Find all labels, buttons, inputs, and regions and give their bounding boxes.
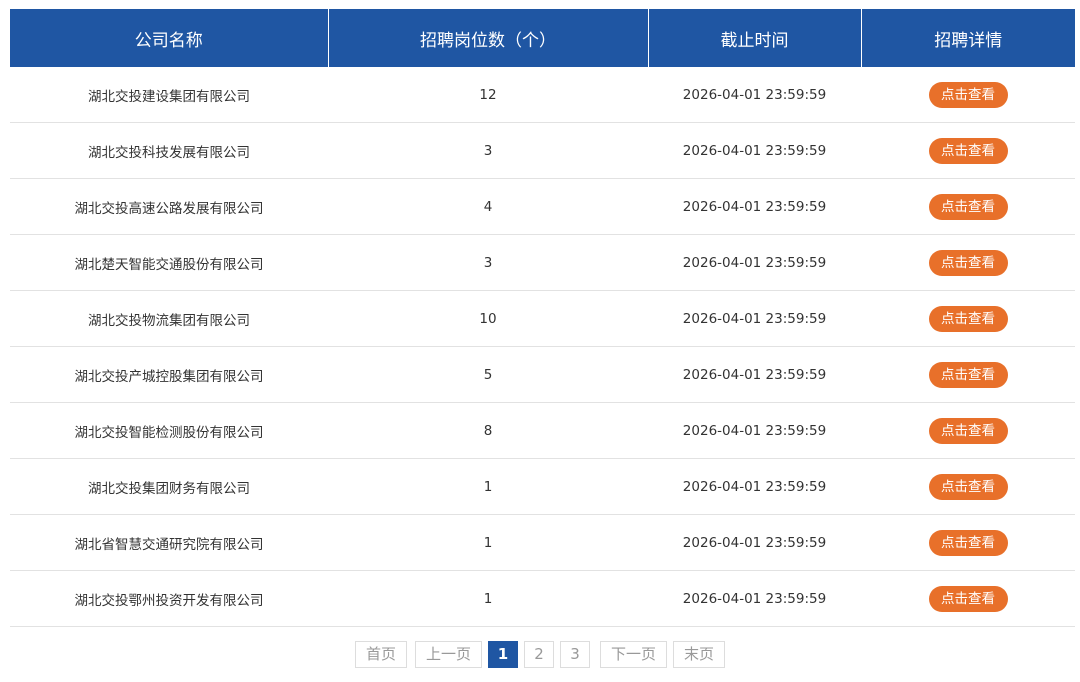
table-body: 湖北交投建设集团有限公司 12 2026-04-01 23:59:59 点击查看 湖北交…: [10, 67, 1075, 627]
positions-count-cell: 3: [328, 122, 648, 179]
recruitment-table: 公司名称 招聘岗位数（个） 截止时间 招聘详情 湖北交投建设集团有限公司 12 20…: [10, 9, 1075, 627]
company-name-cell: 湖北交投鄂州投资开发有限公司: [10, 570, 328, 627]
view-details-button[interactable]: 点击查看: [928, 473, 1008, 500]
view-details-button[interactable]: 点击查看: [928, 529, 1008, 556]
deadline-cell: 2026-04-01 23:59:59: [648, 402, 861, 459]
table-row: 湖北交投高速公路发展有限公司 4 2026-04-01 23:59:59 点击查看: [10, 178, 1075, 235]
prev-page-button[interactable]: 上一页: [414, 641, 482, 668]
positions-count-cell: 4: [328, 178, 648, 235]
details-cell: 点击查看: [861, 402, 1075, 459]
deadline-cell: 2026-04-01 23:59:59: [648, 570, 861, 627]
positions-count-cell: 3: [328, 234, 648, 291]
column-header-deadline: 截止时间: [647, 9, 861, 67]
details-cell: 点击查看: [861, 458, 1075, 515]
company-name-cell: 湖北交投高速公路发展有限公司: [10, 178, 328, 235]
deadline-cell: 2026-04-01 23:59:59: [648, 458, 861, 515]
view-details-button[interactable]: 点击查看: [928, 137, 1008, 164]
table-row: 湖北交投物流集团有限公司 10 2026-04-01 23:59:59 点击查看: [10, 290, 1075, 347]
positions-count-cell: 1: [328, 458, 648, 515]
view-details-button[interactable]: 点击查看: [928, 361, 1008, 388]
table-row: 湖北交投智能检测股份有限公司 8 2026-04-01 23:59:59 点击查看: [10, 402, 1075, 459]
details-cell: 点击查看: [861, 570, 1075, 627]
deadline-cell: 2026-04-01 23:59:59: [648, 290, 861, 347]
page-number-1[interactable]: 1: [488, 641, 518, 668]
company-name-cell: 湖北交投物流集团有限公司: [10, 290, 328, 347]
view-details-button[interactable]: 点击查看: [928, 249, 1008, 276]
table-row: 湖北交投鄂州投资开发有限公司 1 2026-04-01 23:59:59 点击查看: [10, 570, 1075, 627]
deadline-cell: 2026-04-01 23:59:59: [648, 234, 861, 291]
recruitment-table-container: 公司名称 招聘岗位数（个） 截止时间 招聘详情 湖北交投建设集团有限公司 12 20…: [10, 9, 1075, 627]
details-cell: 点击查看: [861, 290, 1075, 347]
company-name-cell: 湖北交投集团财务有限公司: [10, 458, 328, 515]
next-page-button[interactable]: 下一页: [600, 641, 668, 668]
details-cell: 点击查看: [861, 67, 1075, 123]
table-row: 湖北省智慧交通研究院有限公司 1 2026-04-01 23:59:59 点击查看: [10, 514, 1075, 571]
company-name-cell: 湖北交投科技发展有限公司: [10, 122, 328, 179]
table-row: 湖北交投科技发展有限公司 3 2026-04-01 23:59:59 点击查看: [10, 122, 1075, 179]
deadline-cell: 2026-04-01 23:59:59: [648, 122, 861, 179]
company-name-cell: 湖北交投建设集团有限公司: [10, 67, 328, 123]
view-details-button[interactable]: 点击查看: [928, 81, 1008, 108]
deadline-cell: 2026-04-01 23:59:59: [648, 178, 861, 235]
first-page-button[interactable]: 首页: [354, 641, 407, 668]
view-details-button[interactable]: 点击查看: [928, 193, 1008, 220]
company-name-cell: 湖北楚天智能交通股份有限公司: [10, 234, 328, 291]
details-cell: 点击查看: [861, 346, 1075, 403]
details-cell: 点击查看: [861, 514, 1075, 571]
deadline-cell: 2026-04-01 23:59:59: [648, 67, 861, 123]
positions-count-cell: 5: [328, 346, 648, 403]
view-details-button[interactable]: 点击查看: [928, 305, 1008, 332]
company-name-cell: 湖北交投智能检测股份有限公司: [10, 402, 328, 459]
deadline-cell: 2026-04-01 23:59:59: [648, 514, 861, 571]
page-number-2[interactable]: 2: [524, 641, 554, 668]
table-row: 湖北交投建设集团有限公司 12 2026-04-01 23:59:59 点击查看: [10, 67, 1075, 123]
view-details-button[interactable]: 点击查看: [928, 417, 1008, 444]
column-header-company: 公司名称: [10, 9, 328, 67]
positions-count-cell: 1: [328, 514, 648, 571]
positions-count-cell: 8: [328, 402, 648, 459]
table-header: 公司名称 招聘岗位数（个） 截止时间 招聘详情: [10, 9, 1075, 67]
pagination: 首页 上一页 1 2 3 下一页 末页: [0, 641, 1080, 668]
table-row: 湖北楚天智能交通股份有限公司 3 2026-04-01 23:59:59 点击查看: [10, 234, 1075, 291]
positions-count-cell: 12: [328, 67, 648, 123]
deadline-cell: 2026-04-01 23:59:59: [648, 346, 861, 403]
page-number-3[interactable]: 3: [560, 641, 590, 668]
company-name-cell: 湖北省智慧交通研究院有限公司: [10, 514, 328, 571]
positions-count-cell: 10: [328, 290, 648, 347]
table-header-row: 公司名称 招聘岗位数（个） 截止时间 招聘详情: [10, 9, 1075, 67]
column-header-details: 招聘详情: [860, 9, 1075, 67]
table-row: 湖北交投产城控股集团有限公司 5 2026-04-01 23:59:59 点击查看: [10, 346, 1075, 403]
column-header-positions: 招聘岗位数（个）: [327, 9, 648, 67]
details-cell: 点击查看: [861, 178, 1075, 235]
positions-count-cell: 1: [328, 570, 648, 627]
last-page-button[interactable]: 末页: [673, 641, 726, 668]
details-cell: 点击查看: [861, 234, 1075, 291]
company-name-cell: 湖北交投产城控股集团有限公司: [10, 346, 328, 403]
details-cell: 点击查看: [861, 122, 1075, 179]
table-row: 湖北交投集团财务有限公司 1 2026-04-01 23:59:59 点击查看: [10, 458, 1075, 515]
view-details-button[interactable]: 点击查看: [928, 585, 1008, 612]
